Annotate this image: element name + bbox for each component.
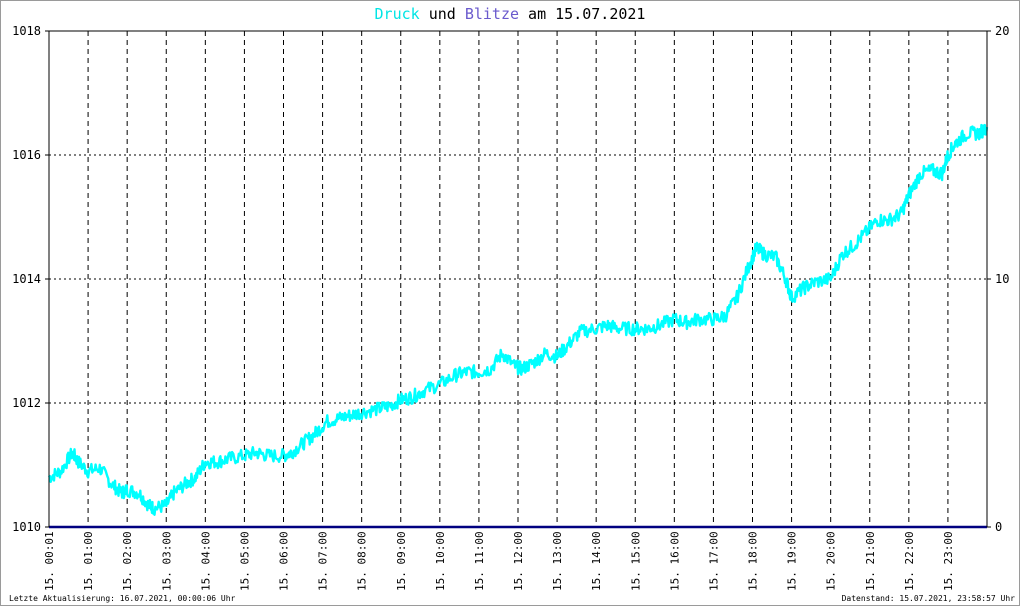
y2-tick-label: 10 [995,272,1009,286]
x-tick-label: 15. 21:00 [864,531,877,591]
x-tick-label: 15. 19:00 [786,531,799,591]
data-status-label: Datenstand: 15.07.2021, 23:58:57 Uhr [842,594,1016,603]
y-tick-label: 1010 [12,520,41,534]
y-tick-label: 1016 [12,148,41,162]
x-tick-label: 15. 08:00 [356,531,369,591]
x-tick-label: 15. 16:00 [668,531,681,591]
x-tick-label: 15. 18:00 [747,531,760,591]
y-tick-label: 1014 [12,272,41,286]
x-tick-label: 15. 09:00 [395,531,408,591]
last-update-label: Letzte Aktualisierung: 16.07.2021, 00:00… [9,594,236,603]
x-tick-label: 15. 10:00 [434,531,447,591]
x-tick-label: 15. 02:00 [121,531,134,591]
x-tick-label: 15. 11:00 [473,531,486,591]
x-tick-label: 15. 17:00 [707,531,720,591]
x-tick-label: 15. 04:00 [199,531,212,591]
pressure-lightning-chart: Druck und Blitze am 15.07.2021 1010 1012 1… [9,5,1016,603]
title-und: und [420,5,465,23]
y2-tick-label: 20 [995,24,1009,38]
x-tick-label: 15. 23:00 [942,531,955,591]
y-tick-label: 1012 [12,396,41,410]
x-tick-label: 15. 12:00 [512,531,525,591]
x-tick-label: 15. 05:00 [238,531,251,591]
chart-title: Druck und Blitze am 15.07.2021 [375,5,646,23]
x-tick-label: 15. 14:00 [590,531,603,591]
title-druck: Druck [375,5,420,23]
y2-tick-label: 0 [995,520,1002,534]
grid-lines [49,31,987,527]
x-tick-label: 15. 01:00 [82,531,95,591]
x-tick-label: 15. 06:00 [278,531,291,591]
title-blitze: Blitze [465,5,519,23]
x-tick-label: 15. 13:00 [551,531,564,591]
x-tick-label: 15. 00:01 [43,531,56,591]
y-tick-label: 1018 [12,24,41,38]
x-tick-label: 15. 03:00 [160,531,173,591]
title-date: am 15.07.2021 [519,5,645,23]
x-tick-label: 15. 15:00 [629,531,642,591]
x-tick-label: 15. 20:00 [825,531,838,591]
x-tick-label: 15. 22:00 [903,531,916,591]
chart-frame: Druck und Blitze am 15.07.2021 1010 1012 1… [0,0,1020,606]
x-tick-label: 15. 07:00 [317,531,330,591]
